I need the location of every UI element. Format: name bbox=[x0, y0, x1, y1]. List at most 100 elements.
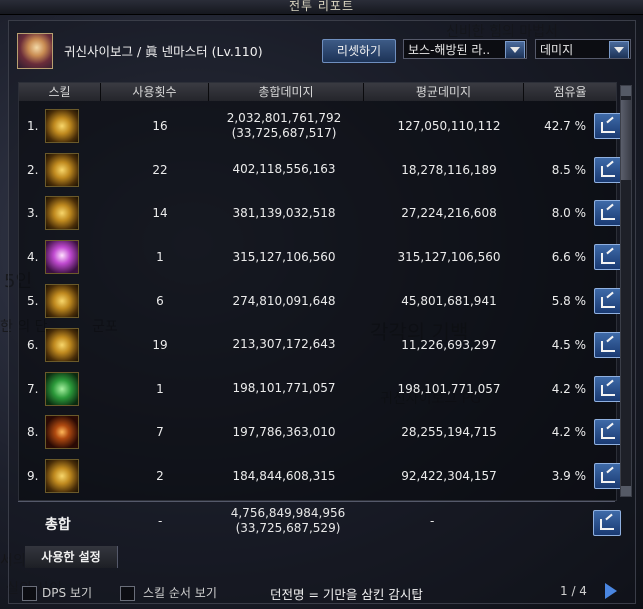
total-damage-cell: 2,032,801,761,792 (33,725,687,517) bbox=[209, 104, 359, 148]
share-row-button[interactable] bbox=[594, 200, 622, 227]
skill-order-checkbox[interactable] bbox=[120, 586, 135, 601]
skill-order-label: 스킬 순서 보기 bbox=[143, 586, 217, 600]
average-damage: 127,050,110,112 bbox=[397, 118, 501, 133]
skill-cell bbox=[45, 279, 81, 323]
table-body: 1. 16 2,032,801,761,792 (33,725,687,517) 127… bbox=[19, 104, 622, 498]
share-button-cell bbox=[594, 454, 622, 498]
scroll-down-arrow-icon[interactable] bbox=[621, 486, 631, 496]
row-index: 7. bbox=[27, 381, 39, 396]
damage-share: 4.5 % bbox=[551, 337, 586, 352]
golden-rune-skill-icon bbox=[45, 152, 79, 187]
scroll-up-arrow-icon[interactable] bbox=[621, 86, 631, 96]
row-index: 8. bbox=[27, 425, 39, 440]
tab-used-settings[interactable]: 사용한 설정 bbox=[25, 546, 118, 568]
boss-select[interactable]: 보스-해방된 라.. bbox=[403, 39, 527, 59]
share-total-button[interactable] bbox=[593, 510, 621, 536]
damage-share: 4.2 % bbox=[551, 425, 586, 440]
table-row: 4. 1 315,127,106,560 315,127,106,560 6.6 % bbox=[19, 235, 622, 279]
total-damage-value: 274,810,091,648 bbox=[232, 293, 336, 308]
share-button-cell bbox=[594, 235, 622, 279]
chevron-down-icon[interactable] bbox=[609, 41, 629, 58]
total-damage-cell: 198,101,771,057 bbox=[209, 367, 359, 411]
total-damage-value: 402,118,556,163 bbox=[232, 162, 336, 177]
share-row-button[interactable] bbox=[594, 331, 622, 358]
golden-strike-skill-icon bbox=[45, 196, 79, 231]
total-damage-value: 315,127,106,560 bbox=[232, 249, 336, 264]
golden-lion-skill-icon bbox=[45, 284, 79, 319]
row-index: 5. bbox=[27, 294, 39, 309]
total-damage-value: 197,786,363,010 bbox=[232, 424, 336, 439]
average-damage: 315,127,106,560 bbox=[397, 250, 501, 265]
share-button-cell bbox=[594, 367, 622, 411]
share-row-button[interactable] bbox=[594, 419, 622, 446]
use-count: 2 bbox=[156, 469, 164, 484]
use-count: 7 bbox=[156, 425, 164, 440]
share-button-cell bbox=[594, 411, 622, 455]
page-indicator: 1 / 4 bbox=[560, 584, 587, 598]
table-row: 7. 1 198,101,771,057 198,101,771,057 4.2 % bbox=[19, 367, 622, 411]
damage-share: 8.5 % bbox=[551, 162, 586, 177]
dps-view-checkbox[interactable] bbox=[22, 586, 37, 601]
use-count: 1 bbox=[156, 381, 164, 396]
table-header: 스킬 사용횟수 총합데미지 평균데미지 점유율 bbox=[19, 83, 616, 101]
row-index: 3. bbox=[27, 206, 39, 221]
share-row-button[interactable] bbox=[594, 244, 622, 271]
reset-button[interactable]: 리셋하기 bbox=[322, 39, 396, 63]
share-button-cell bbox=[594, 104, 622, 148]
report-header: 귀신사이보그 / 眞 넨마스터 (Lv.110) 리셋하기 보스-해방된 라..… bbox=[9, 21, 635, 71]
golden-burst-skill-icon bbox=[45, 327, 79, 362]
next-page-arrow-icon[interactable] bbox=[605, 583, 617, 599]
row-index: 4. bbox=[27, 250, 39, 265]
total-label: 총합 bbox=[45, 517, 71, 533]
damage-share: 4.2 % bbox=[551, 381, 586, 396]
average-damage: 27,224,216,608 bbox=[401, 206, 497, 221]
total-damage: 4,756,849,984,956 (33,725,687,529) bbox=[213, 506, 363, 536]
chevron-down-icon[interactable] bbox=[505, 41, 525, 58]
scroll-thumb[interactable] bbox=[621, 100, 631, 180]
total-damage-cell: 213,307,172,643 bbox=[209, 323, 359, 367]
average-damage: 11,226,693,297 bbox=[401, 337, 497, 352]
total-damage-value: 381,139,032,518 bbox=[232, 205, 336, 220]
character-avatar bbox=[17, 33, 53, 69]
average-damage: 45,801,681,941 bbox=[401, 294, 497, 309]
total-average: - bbox=[430, 514, 435, 528]
total-damage-value: 213,307,172,643 bbox=[232, 337, 336, 352]
average-damage: 28,255,194,715 bbox=[401, 425, 497, 440]
table-row: 5. 6 274,810,091,648 45,801,681,941 5.8 % bbox=[19, 279, 622, 323]
table-scrollbar[interactable] bbox=[620, 85, 632, 497]
metric-select-value: 데미지 bbox=[540, 43, 574, 57]
share-row-button[interactable] bbox=[594, 156, 622, 183]
share-row-button[interactable] bbox=[594, 375, 622, 402]
total-damage-sub: (33,725,687,517) bbox=[231, 125, 337, 140]
battle-report-panel: 귀신사이보그 / 眞 넨마스터 (Lv.110) 리셋하기 보스-해방된 라..… bbox=[8, 20, 636, 604]
table-row: 3. 14 381,139,032,518 27,224,216,608 8.0 % bbox=[19, 192, 622, 236]
skill-cell bbox=[45, 411, 81, 455]
total-row: 총합 - 4,756,849,984,956 (33,725,687,529) … bbox=[18, 501, 621, 542]
golden-figure-skill-icon bbox=[45, 459, 79, 494]
use-count: 19 bbox=[152, 337, 168, 352]
total-damage-cell: 274,810,091,648 bbox=[209, 279, 359, 323]
table-row: 1. 16 2,032,801,761,792 (33,725,687,517) 127… bbox=[19, 104, 622, 148]
total-damage-cell: 381,139,032,518 bbox=[209, 192, 359, 236]
window-title: 전투 리포트 bbox=[288, 0, 354, 13]
share-row-button[interactable] bbox=[594, 463, 622, 490]
skill-cell bbox=[45, 235, 81, 279]
skill-cell bbox=[45, 148, 81, 192]
table-row: 8. 7 197,786,363,010 28,255,194,715 4.2 % bbox=[19, 411, 622, 455]
average-damage: 18,278,116,189 bbox=[401, 162, 497, 177]
share-row-button[interactable] bbox=[594, 112, 622, 139]
total-damage-value: 184,844,608,315 bbox=[232, 468, 336, 483]
golden-orb-skill-icon bbox=[45, 108, 79, 143]
use-count: 6 bbox=[156, 294, 164, 309]
total-damage-value: 2,032,801,761,792 bbox=[226, 110, 342, 125]
total-damage-cell: 197,786,363,010 bbox=[209, 411, 359, 455]
share-button-cell bbox=[594, 148, 622, 192]
metric-select[interactable]: 데미지 bbox=[535, 39, 631, 59]
use-count: 22 bbox=[152, 162, 168, 177]
share-row-button[interactable] bbox=[594, 288, 622, 315]
skill-cell bbox=[45, 192, 81, 236]
column-header-skill: 스킬 bbox=[19, 83, 101, 101]
total-damage-cell: 184,844,608,315 bbox=[209, 454, 359, 498]
character-name: 귀신사이보그 / 眞 넨마스터 (Lv.110) bbox=[64, 44, 263, 59]
average-damage: 198,101,771,057 bbox=[397, 381, 501, 396]
